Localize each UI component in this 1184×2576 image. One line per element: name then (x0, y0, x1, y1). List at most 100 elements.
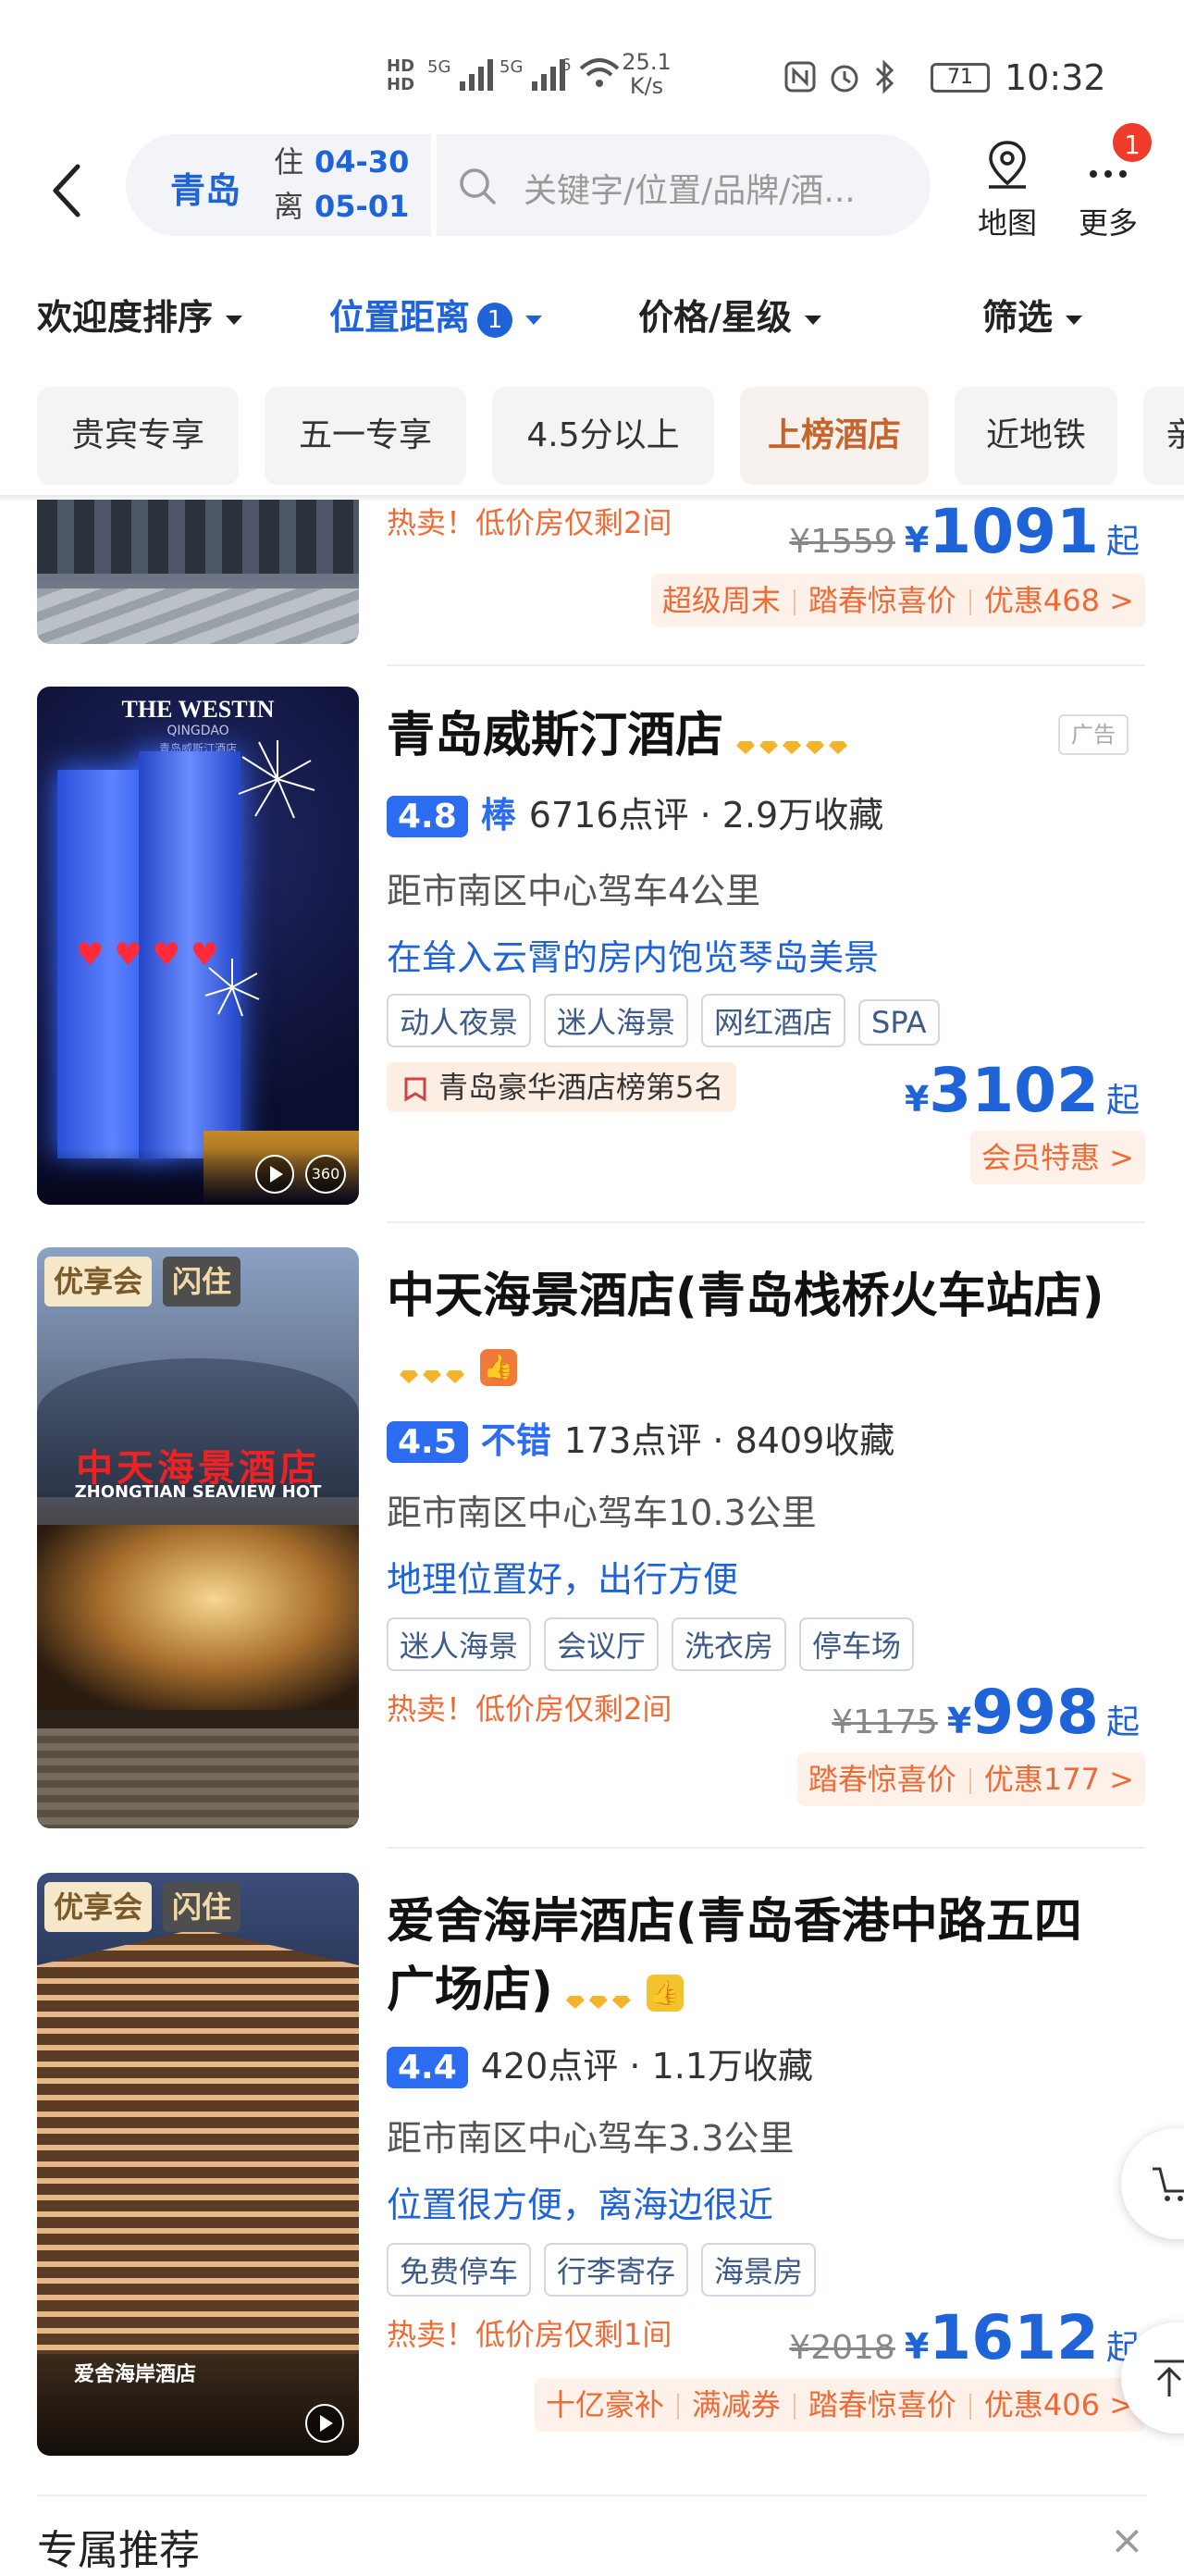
cart-icon (1153, 2167, 1184, 2201)
tag-list: 免费停车 行李寄存 海景房 (387, 2243, 829, 2297)
status-bar: HD HD 5G 5G 6 25.1 K/s 71 10:32 (0, 0, 1184, 139)
promo-bar[interactable]: 会员特惠 > (970, 1131, 1145, 1184)
search-bar[interactable]: 青岛 住 04-30 离 05-01 关键字/位置/品牌/酒... (126, 134, 931, 236)
hotel-card[interactable]: 爱舍海岸酒店 优享会 闪住 爱舍海岸酒店(青岛香港中路五四广场店) 👍 4.4 42… (0, 1871, 1184, 2472)
play-icon[interactable] (305, 2404, 344, 2443)
thumbs-up-icon: 👍 (646, 1975, 684, 2012)
search-icon (460, 168, 496, 204)
cellular-signal-icon: 5G (427, 56, 512, 93)
thumbs-up-icon: 👍 (480, 1349, 517, 1386)
chip-ranked[interactable]: 上榜酒店 (740, 387, 929, 485)
alarm-icon (827, 59, 862, 98)
hotel-name[interactable]: 爱舍海岸酒店(青岛香港中路五四广场店) 👍 (387, 1888, 1117, 2027)
tag-list: 迷人海景 会议厅 洗衣房 停车场 (387, 1617, 927, 1671)
hotel-sign-en: ZHONGTIAN SEAVIEW HOT (74, 1482, 322, 1502)
divider (431, 134, 437, 236)
price: ¥1175 ¥998 起 (832, 1677, 1140, 1748)
sort-popularity[interactable]: 欢迎度排序 (37, 289, 243, 340)
sort-price-star[interactable]: 价格/星级 (638, 289, 821, 340)
sort-distance[interactable]: 位置距离 1 (329, 289, 543, 340)
nfc-icon (784, 61, 816, 96)
hotel-photo: 中天海景酒店 ZHONGTIAN SEAVIEW HOT 优享会 闪住 (37, 1247, 359, 1828)
city-selector[interactable]: 青岛 (170, 162, 240, 213)
highlight-text: 位置很方便，离海边很近 (387, 2185, 774, 2225)
notification-badge: 1 (1110, 120, 1154, 165)
hotel-name[interactable]: 青岛威斯汀酒店 (387, 701, 1117, 773)
caret-down-icon (226, 315, 243, 325)
play-icon[interactable] (255, 1155, 294, 1194)
hotel-name[interactable]: 中天海景酒店(青岛栈桥火车站店)👍 (387, 1262, 1117, 1402)
chip-metro[interactable]: 近地铁 (955, 387, 1117, 485)
scarcity-text: 热卖！低价房仅剩2间 (387, 1691, 672, 1727)
star-rating (400, 1333, 469, 1402)
firework-icon (238, 740, 315, 819)
scarcity-text: 热卖！低价房仅剩2间 (387, 505, 672, 540)
chevron-left-icon (53, 164, 80, 217)
star-rating (736, 704, 852, 773)
date-selector[interactable]: 住 04-30 离 05-01 (274, 140, 409, 229)
hotel-photo (37, 500, 359, 644)
arrow-up-icon (1154, 2359, 1184, 2396)
divider (387, 1221, 1145, 1223)
rating-row: 4.5 不错 173点评 · 8409收藏 (387, 1412, 894, 1463)
network-speed: 25.1 K/s (622, 49, 672, 99)
map-pin-icon (989, 141, 1026, 189)
chip-may-day[interactable]: 五一专享 (265, 387, 466, 485)
tag-list: 动人夜景 迷人海景 网红酒店 SPA (387, 994, 953, 1047)
distance-text: 距市南区中心驾车3.3公里 (387, 2118, 795, 2159)
divider (387, 1847, 1145, 1849)
sort-filter-bar: 欢迎度排序 位置距离 1 价格/星级 筛选 (0, 268, 1184, 361)
more-label: 更多 (1078, 205, 1138, 241)
map-label: 地图 (977, 205, 1037, 241)
firework-icon (204, 959, 260, 1017)
distance-text: 距市南区中心驾车10.3公里 (387, 1492, 817, 1533)
back-button[interactable] (43, 163, 98, 218)
price: ¥1559 ¥1091 起 (789, 496, 1140, 567)
close-icon[interactable]: × (1110, 2517, 1144, 2564)
highlight-text: 地理位置好，出行方便 (387, 1559, 739, 1600)
promo-bar[interactable]: 超级周末 踏春惊喜价 优惠468 > (650, 574, 1145, 627)
vip-badge: 优享会 (44, 1257, 153, 1307)
vip-badge: 优享会 (44, 1882, 153, 1932)
scarcity-text: 热卖！低价房仅剩1间 (387, 2317, 672, 2352)
chip-rating[interactable]: 4.5分以上 (492, 387, 714, 485)
caret-down-icon (525, 315, 543, 325)
hotel-card[interactable]: 中天海景酒店 ZHONGTIAN SEAVIEW HOT 优享会 闪住 中天海景… (0, 1245, 1184, 1849)
highlight-text: 在耸入云霄的房内饱览琴岛美景 (387, 937, 880, 978)
brand-logo-text: THE WESTIN (121, 696, 275, 723)
hotel-photo: 爱舍海岸酒店 优享会 闪住 (37, 1873, 359, 2456)
ad-label: 广告 (1058, 714, 1128, 755)
battery-icon: 71 (931, 63, 990, 93)
promo-bar[interactable]: 十亿豪补 满减券 踏春惊喜价 优惠406 > (534, 2378, 1145, 2432)
hotel-photo: THE WESTIN QINGDAO 青岛威斯汀酒店 ♥ ♥ ♥ ♥ 360 (37, 687, 359, 1205)
caret-down-icon (1066, 315, 1083, 325)
hotel-sign: 爱舍海岸酒店 (74, 2363, 197, 2386)
search-input[interactable]: 关键字/位置/品牌/酒... (524, 164, 856, 212)
quick-filter-chips: 贵宾专享 五一专享 4.5分以上 上榜酒店 近地铁 亲 (0, 387, 1184, 489)
bluetooth-icon (871, 59, 899, 98)
ranking-icon (404, 1077, 426, 1102)
filter-button[interactable]: 筛选 (982, 289, 1083, 340)
count-badge: 1 (477, 302, 513, 338)
price: ¥3102 起 (904, 1055, 1140, 1126)
chip-family[interactable]: 亲 (1143, 387, 1184, 485)
caret-down-icon (804, 315, 821, 325)
price: ¥2018 ¥1612 起 (789, 2302, 1140, 2373)
section-title: 专属推荐 (37, 2527, 200, 2574)
flash-stay-badge: 闪住 (163, 1257, 241, 1307)
panorama-360-icon[interactable]: 360 (305, 1155, 346, 1194)
rating-row: 4.4 420点评 · 1.1万收藏 (387, 2037, 813, 2088)
rating-row: 4.8 棒 6716点评 · 2.9万收藏 (387, 786, 883, 837)
map-button[interactable]: 地图 (966, 137, 1049, 242)
hotel-card[interactable]: 热卖！低价房仅剩2间 ¥1559 ¥1091 起 超级周末 踏春惊喜价 优惠468 > (0, 496, 1184, 666)
clock: 10:32 (1005, 57, 1106, 98)
hotel-card[interactable]: THE WESTIN QINGDAO 青岛威斯汀酒店 ♥ ♥ ♥ ♥ 360 青… (0, 685, 1184, 1223)
search-header: 青岛 住 04-30 离 05-01 关键字/位置/品牌/酒... 地图 更多 1 (0, 120, 1184, 259)
hd-indicator: HD HD (387, 56, 415, 94)
rank-badge[interactable]: 青岛豪华酒店榜第5名 (387, 1062, 737, 1112)
chip-vip[interactable]: 贵宾专享 (37, 387, 239, 485)
star-rating (565, 1959, 635, 2027)
divider (387, 664, 1145, 666)
promo-bar[interactable]: 踏春惊喜价 优惠177 > (796, 1752, 1145, 1806)
divider (37, 2495, 1147, 2496)
